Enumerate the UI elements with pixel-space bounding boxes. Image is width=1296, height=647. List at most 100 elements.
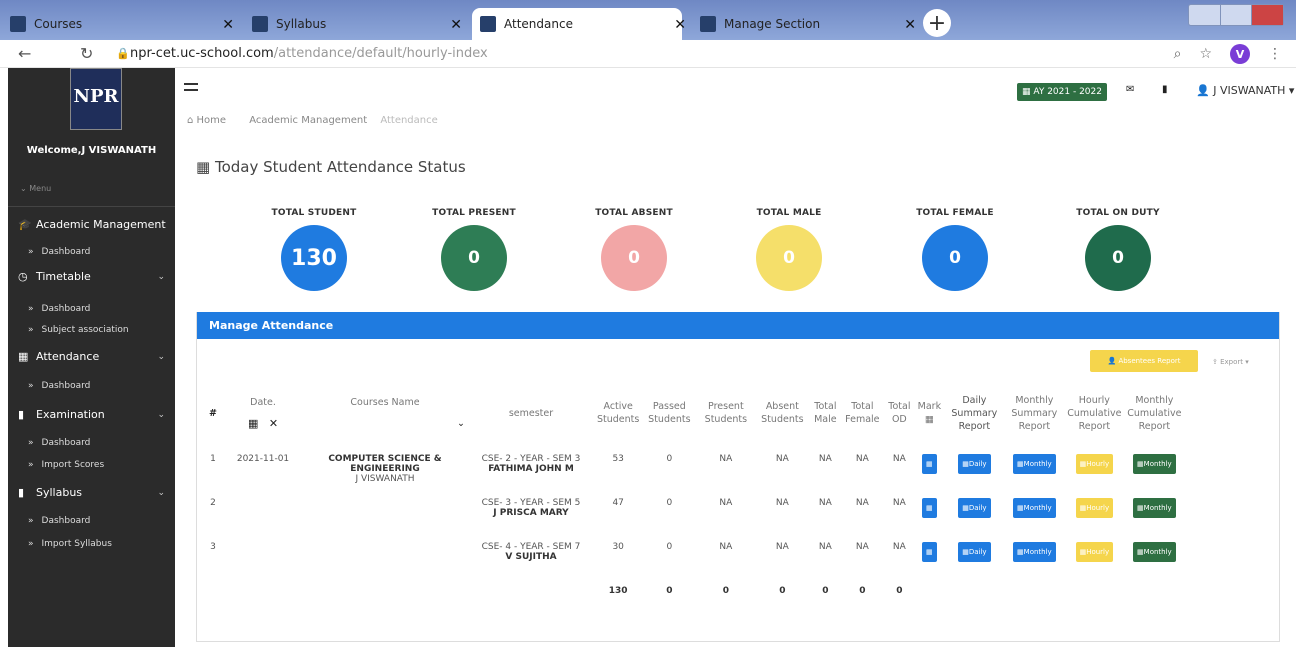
sidebar-sub-subject-association[interactable]: Subject association [8,325,175,335]
col-monthly-cumulative: Monthly Cumulative Report [1127,394,1182,432]
monthly-cumulative-button[interactable]: ▦Monthly [1133,542,1176,562]
close-tab-icon[interactable]: ✕ [222,17,234,33]
window-controls [1188,4,1284,26]
browser-menu-icon[interactable]: ⋮ [1268,46,1282,62]
hourly-report-button[interactable]: ▦Hourly [1075,542,1114,562]
calendar-icon[interactable]: ▦ [248,417,258,430]
close-tab-icon[interactable]: ✕ [450,17,462,33]
hourly-report-button[interactable]: ▦Hourly [1075,454,1114,474]
stat-total-male: TOTAL MALE 0 [719,208,859,291]
minimize-button[interactable] [1189,5,1221,25]
sidebar-sub-dashboard[interactable]: Dashboard [8,516,175,526]
sidebar-item-academic-management[interactable]: 🎓 Academic Management [8,218,175,231]
close-tab-icon[interactable]: ✕ [904,17,916,33]
monthly-summary-button[interactable]: ▦Monthly [1013,454,1056,474]
manage-attendance-panel: Manage Attendance 👤 Absentees Report ⇪ E… [196,312,1280,642]
export-dropdown[interactable]: ⇪ Export ▾ [1212,358,1249,366]
monthly-summary-button[interactable]: ▦Monthly [1013,498,1056,518]
sidebar-item-syllabus[interactable]: ▮ Syllabus ⌄ [8,486,175,499]
clock-icon: ◷ [18,270,28,283]
menu-toggle[interactable]: ⌄ Menu [20,184,51,193]
reload-icon[interactable]: ↻ [80,44,93,63]
panel-title: Manage Attendance [197,312,1279,339]
page-title: ▦ Today Student Attendance Status [196,158,466,176]
tab-courses[interactable]: Courses ✕ [10,8,234,40]
mark-attendance-button[interactable]: ▦ [922,498,937,518]
col-course: Courses Name ⌄ [303,382,467,444]
hourly-report-button[interactable]: ▦Hourly [1075,498,1114,518]
stat-total-absent: TOTAL ABSENT 0 [564,208,704,291]
zoom-icon[interactable]: ⌕ [1174,46,1182,62]
tab-attendance[interactable]: Attendance ✕ [472,8,686,40]
col-mark: Mark ▦ [917,401,942,425]
calendar-icon: ▦ [924,414,934,425]
attendance-table: # Date. ▦ ✕ Courses Name ⌄ semester Acti… [203,382,1184,606]
graduation-cap-icon: 🎓 [18,218,32,231]
mark-attendance-button[interactable]: ▦ [922,454,937,474]
col-absent: Absent Students [761,401,804,425]
daily-report-button[interactable]: ▦Daily [958,454,991,474]
maximize-button[interactable] [1221,5,1253,25]
monthly-cumulative-button[interactable]: ▦Monthly [1133,498,1176,518]
col-semester: semester [508,407,554,419]
sidebar: NPR Welcome,J VISWANATH ⌄ Menu 🎓 Academi… [8,68,175,647]
col-passed: Passed Students [648,401,691,425]
close-tab-icon[interactable]: ✕ [674,17,686,33]
absentees-report-button[interactable]: 👤 Absentees Report [1090,350,1198,372]
col-male: Total Male [814,401,837,425]
breadcrumb-home[interactable]: ⌂ Home [187,115,236,126]
monthly-cumulative-button[interactable]: ▦Monthly [1133,454,1176,474]
col-od: Total OD [888,401,911,425]
col-female: Total Female [845,401,880,425]
new-tab-button[interactable]: + [923,9,951,37]
sidebar-sub-dashboard[interactable]: Dashboard [8,247,175,257]
breadcrumb-academic-management[interactable]: Academic Management [249,115,367,126]
notification-icon[interactable]: ✉ [1126,84,1134,95]
stat-total-student: TOTAL STUDENT 130 [244,208,384,291]
browser-tab-bar: Courses ✕ Syllabus ✕ Attendance ✕ Manage… [0,0,1296,40]
user-menu[interactable]: 👤 J VISWANATH ▾ [1196,84,1294,97]
daily-report-button[interactable]: ▦Daily [958,542,991,562]
bookmark-star-icon[interactable]: ☆ [1199,46,1212,62]
profile-avatar[interactable]: V [1230,44,1250,64]
mark-attendance-button[interactable]: ▦ [922,542,937,562]
file-icon: ▮ [18,408,25,421]
chevron-down-icon: ⌄ [157,271,165,282]
window-close-button[interactable] [1252,5,1284,25]
col-hourly-cumulative: Hourly Cumulative Report [1067,394,1122,432]
sidebar-sub-import-syllabus[interactable]: Import Syllabus [8,539,175,549]
daily-report-button[interactable]: ▦Daily [958,498,991,518]
tab-manage-section[interactable]: Manage Section ✕ [700,8,916,40]
sidebar-sub-dashboard[interactable]: Dashboard [8,438,175,448]
col-daily-summary: Daily Summary Report [951,394,998,432]
tab-syllabus[interactable]: Syllabus ✕ [252,8,462,40]
col-date: Date. ▦ ✕ [247,397,279,430]
back-icon[interactable]: ← [18,44,31,63]
lock-icon: 🔒 [116,47,130,60]
col-active: Active Students [597,401,640,425]
clear-date-icon[interactable]: ✕ [269,417,278,430]
sidebar-item-examination[interactable]: ▮ Examination ⌄ [8,408,175,421]
breadcrumb-current: Attendance [380,115,438,126]
npr-logo[interactable]: NPR [70,68,122,130]
url-field[interactable]: npr-cet.uc-school.com/attendance/default… [130,46,488,61]
sidebar-item-timetable[interactable]: ◷ Timetable ⌄ [8,270,175,283]
sidebar-item-attendance[interactable]: ▦ Attendance ⌄ [8,350,175,363]
welcome-text: Welcome,J VISWANATH [26,145,157,156]
file-icon: ▮ [18,486,25,499]
book-icon[interactable]: ▮ [1162,84,1168,95]
monthly-summary-button[interactable]: ▦Monthly [1013,542,1056,562]
sidebar-sub-import-scores[interactable]: Import Scores [8,460,175,470]
totals-row: 130 0 0 0 0 0 0 [608,586,903,596]
breadcrumb: ⌂ Home Academic Management Attendance [187,115,448,126]
col-index: # [209,407,217,419]
favicon-icon [700,16,716,32]
table-header-row: # Date. ▦ ✕ Courses Name ⌄ semester Acti… [203,382,1184,444]
favicon-icon [10,16,26,32]
academic-year-badge[interactable]: ▦ AY 2021 - 2022 [1017,83,1107,101]
sidebar-sub-dashboard[interactable]: Dashboard [8,381,175,391]
hamburger-menu-icon[interactable] [184,83,198,91]
sidebar-sub-dashboard[interactable]: Dashboard [8,304,175,314]
course-filter-dropdown[interactable]: ⌄ [305,417,465,430]
chevron-down-icon: ⌄ [157,487,165,498]
